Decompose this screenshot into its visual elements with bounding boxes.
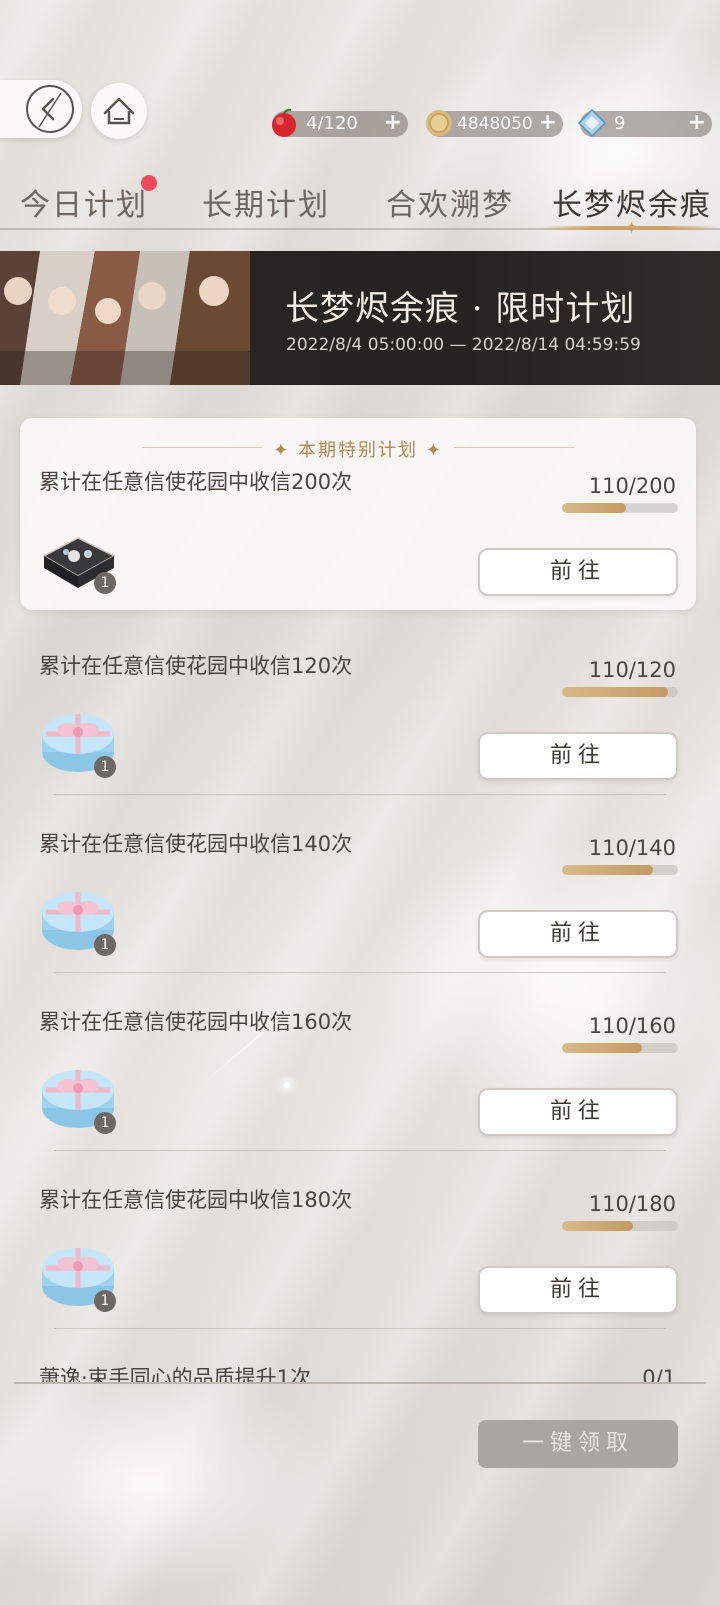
reward-quantity: 1 (94, 756, 116, 778)
progress-bar (562, 687, 678, 697)
go-button[interactable]: 前往 (478, 732, 678, 780)
event-banner: 长梦烬余痕 · 限时计划 2022/8/4 05:00:00 — 2022/8/… (0, 251, 720, 385)
add-stamina-button[interactable]: + (384, 110, 402, 136)
coin-value: 4848050 (457, 114, 533, 134)
divider (54, 1328, 666, 1329)
claim-all-button[interactable]: 一键领取 (478, 1420, 678, 1468)
task-progress-count: 110/120 (588, 658, 676, 682)
progress-fill (562, 1221, 633, 1231)
star-icon: ✦ (624, 218, 640, 239)
progress-fill (562, 1043, 642, 1053)
special-plan-header: ✦ 本期特别计划 ✦ (273, 440, 443, 461)
task-description: 累计在任意信使花园中收信140次 (39, 832, 353, 856)
home-icon (103, 97, 135, 125)
diamond-icon (577, 108, 607, 138)
reward-item[interactable]: 1 (38, 1056, 118, 1136)
task-description: 萧逸·束手同心的品质提升1次 (39, 1366, 312, 1382)
banner-dates: 2022/8/4 05:00:00 — 2022/8/14 04:59:59 (286, 335, 641, 355)
progress-fill (562, 687, 669, 697)
task-item: 累计在任意信使花园中收信200次 110/200 1 前往 (0, 466, 720, 636)
reward-item[interactable]: 1 (38, 878, 118, 958)
tab-daily-plan[interactable]: 今日计划 (20, 180, 148, 224)
progress-bar (562, 503, 678, 513)
home-button[interactable] (91, 83, 147, 139)
task-description: 累计在任意信使花园中收信160次 (39, 1010, 353, 1034)
coin-icon (426, 110, 452, 136)
reward-item[interactable]: 1 (38, 1234, 118, 1314)
go-button[interactable]: 前往 (478, 548, 678, 596)
go-button[interactable]: 前往 (478, 910, 678, 958)
character-art (0, 251, 250, 385)
go-button[interactable]: 前往 (478, 1266, 678, 1314)
progress-fill (562, 865, 654, 875)
task-progress-count: 110/200 (588, 474, 676, 498)
gem-bar[interactable]: 9 + (577, 108, 712, 138)
divider (54, 1150, 666, 1151)
add-coins-button[interactable]: + (539, 110, 557, 136)
reward-item[interactable]: 1 (38, 700, 118, 780)
add-gems-button[interactable]: + (688, 110, 706, 136)
progress-bar (562, 1221, 678, 1231)
task-progress-count: 110/140 (588, 836, 676, 860)
gem-value: 9 (614, 113, 626, 134)
divider (54, 972, 666, 973)
back-button[interactable] (0, 80, 82, 138)
task-progress-count: 0/1 (642, 1366, 676, 1382)
stamina-value: 4/120 (306, 113, 358, 134)
go-button[interactable]: 前往 (478, 1088, 678, 1136)
task-progress-count: 110/180 (588, 1192, 676, 1216)
notification-badge (141, 175, 157, 191)
apple-icon (272, 108, 296, 137)
task-description: 累计在任意信使花园中收信200次 (39, 470, 353, 494)
list-bottom-border (14, 1382, 706, 1384)
divider (54, 794, 666, 795)
reward-quantity: 1 (94, 1290, 116, 1312)
reward-quantity: 1 (94, 572, 116, 594)
task-progress-count: 110/160 (588, 1014, 676, 1038)
stamina-bar[interactable]: 4/120 + (272, 108, 408, 137)
progress-fill (562, 503, 626, 513)
reward-item[interactable]: 1 (38, 516, 118, 596)
tab-hehuan-dream[interactable]: 合欢溯梦 (386, 180, 514, 224)
task-item: 萧逸·束手同心的品质提升1次 0/1 (0, 1360, 720, 1382)
coin-bar[interactable]: 4848050 + (426, 110, 563, 137)
tab-long-term-plan[interactable]: 长期计划 (202, 180, 330, 224)
plan-tabs: 今日计划 长期计划 合欢溯梦 长梦烬余痕 (0, 180, 720, 230)
progress-bar (562, 1043, 678, 1053)
sparkle-effect (284, 1082, 290, 1088)
progress-bar (562, 865, 678, 875)
back-icon (26, 85, 74, 133)
reward-quantity: 1 (94, 934, 116, 956)
task-description: 累计在任意信使花园中收信180次 (39, 1188, 353, 1212)
banner-title: 长梦烬余痕 · 限时计划 (285, 289, 636, 329)
task-description: 累计在任意信使花园中收信120次 (39, 654, 353, 678)
reward-quantity: 1 (94, 1112, 116, 1134)
